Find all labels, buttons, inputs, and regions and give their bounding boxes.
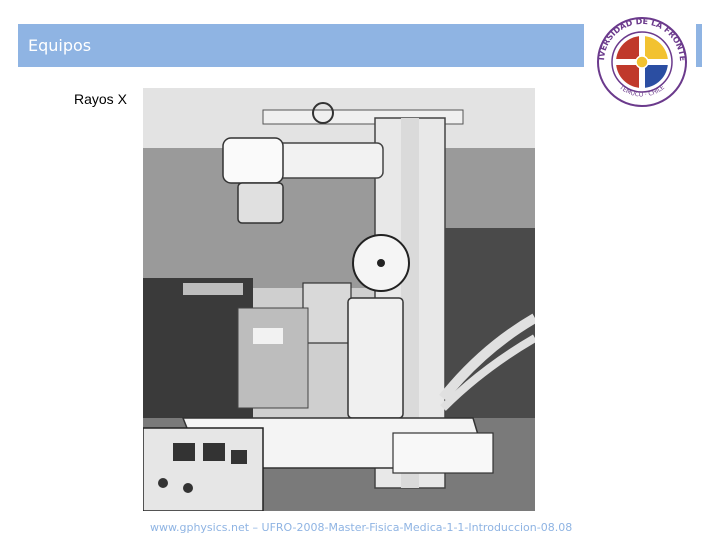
xray-equipment-photo: [143, 88, 535, 511]
footer-text: www.gphysics.net – UFRO-2008-Master-Fisi…: [150, 521, 573, 534]
university-logo: UNIVERSIDAD DE LA FRONTERA TEMUCO · CHIL…: [585, 3, 696, 110]
slide-title: Equipos: [28, 36, 92, 55]
xray-photo-icon: [143, 88, 535, 511]
title-bar: Equipos: [18, 24, 584, 67]
university-seal-icon: UNIVERSIDAD DE LA FRONTERA TEMUCO · CHIL…: [585, 3, 687, 107]
section-label: Rayos X: [74, 91, 127, 107]
